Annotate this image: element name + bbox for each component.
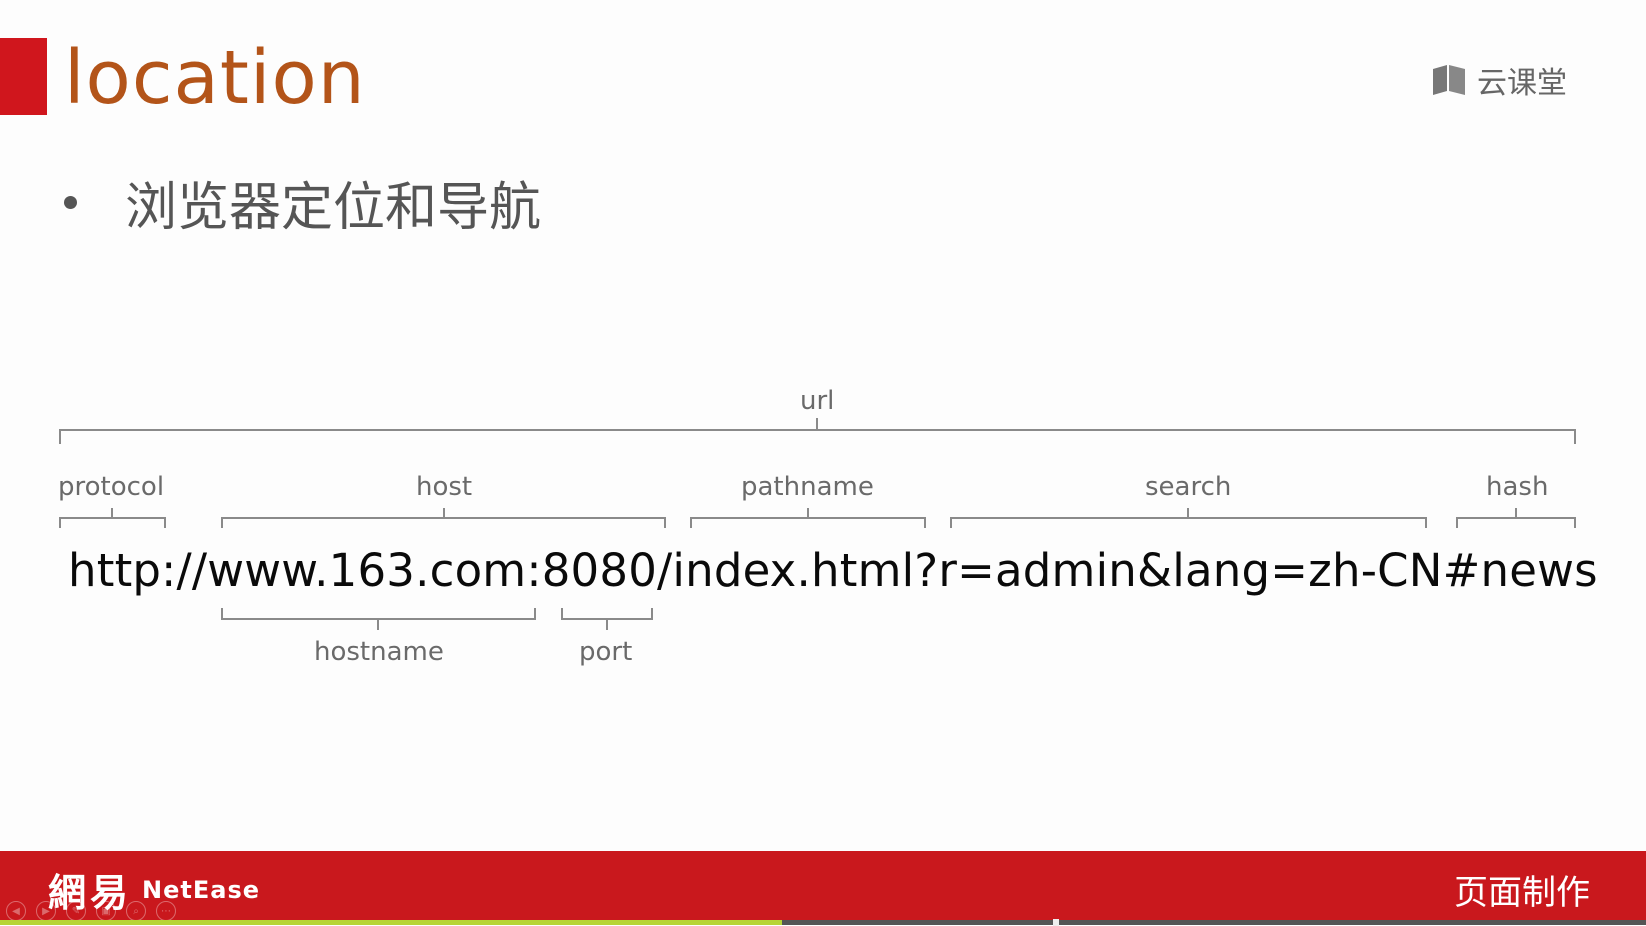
protocol-brace <box>59 508 166 528</box>
search-label: search <box>1145 472 1232 502</box>
play-icon[interactable]: ▶ <box>36 901 56 921</box>
netease-logo-en: NetEase <box>142 875 261 904</box>
host-brace <box>221 508 666 528</box>
port-brace <box>561 608 653 630</box>
more-icon[interactable]: ⋯ <box>156 901 176 921</box>
screen-icon[interactable]: ▣ <box>96 901 116 921</box>
port-label: port <box>579 637 633 667</box>
url-brace <box>59 418 1576 444</box>
zoom-icon[interactable]: ⌕ <box>126 901 146 921</box>
pathname-brace <box>690 508 926 528</box>
prev-icon[interactable]: ◀ <box>6 901 26 921</box>
hostname-brace <box>221 608 536 630</box>
video-progress-fill <box>0 920 782 925</box>
course-title: 页面制作 <box>1454 873 1590 913</box>
hostname-label: hostname <box>314 637 444 667</box>
url-diagram <box>59 418 1576 630</box>
hash-brace <box>1456 508 1576 528</box>
example-url: http://www.163.com:8080/index.html?r=adm… <box>68 544 1598 597</box>
search-brace <box>950 508 1427 528</box>
protocol-label: protocol <box>58 472 165 502</box>
pen-icon[interactable]: ✎ <box>66 901 86 921</box>
url-label: url <box>800 386 835 416</box>
pathname-label: pathname <box>741 472 874 502</box>
host-label: host <box>416 472 473 502</box>
video-progress-bar[interactable] <box>0 919 1646 926</box>
hash-label: hash <box>1486 472 1549 502</box>
player-controls: ◀ ▶ ✎ ▣ ⌕ ⋯ <box>6 901 176 921</box>
slide: location 云课堂 浏览器定位和导航 url protocol host … <box>0 0 1646 926</box>
